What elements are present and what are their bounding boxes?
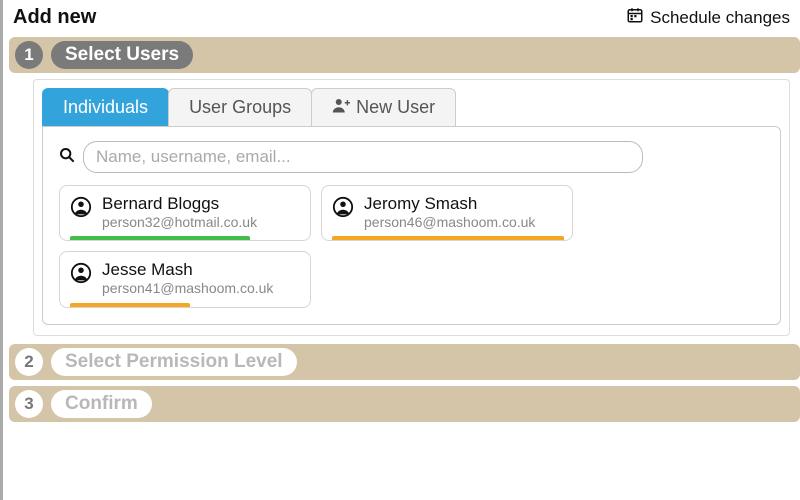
tab-user-groups-label: User Groups [189, 97, 291, 118]
user-email: person46@mashoom.co.uk [364, 214, 535, 231]
user-name: Jeromy Smash [364, 194, 535, 214]
user-avatar-icon [70, 262, 92, 284]
user-card[interactable]: Jesse Mashperson41@mashoom.co.uk [59, 251, 311, 307]
tab-new-user-label: New User [356, 97, 435, 118]
step-1-title: Select Users [65, 44, 179, 65]
user-status-bar [70, 303, 190, 307]
user-info: Jesse Mashperson41@mashoom.co.uk [102, 260, 273, 306]
tab-new-user[interactable]: New User [311, 88, 456, 126]
tab-individuals-label: Individuals [63, 97, 148, 118]
user-info: Jeromy Smashperson46@mashoom.co.uk [364, 194, 535, 240]
add-user-icon [332, 97, 350, 118]
user-status-bar [332, 236, 564, 240]
search-input[interactable] [83, 141, 643, 173]
user-email: person41@mashoom.co.uk [102, 280, 273, 297]
user-email: person32@hotmail.co.uk [102, 214, 257, 231]
tab-individuals[interactable]: Individuals [42, 88, 169, 126]
user-avatar-icon [70, 196, 92, 218]
step-3-title: Confirm [65, 393, 138, 414]
user-name: Jesse Mash [102, 260, 273, 280]
tabs: Individuals User Groups New User [42, 88, 781, 126]
step-2-title-pill: Select Permission Level [51, 348, 297, 376]
user-card[interactable]: Jeromy Smashperson46@mashoom.co.uk [321, 185, 573, 241]
schedule-changes-link[interactable]: Schedule changes [626, 6, 790, 29]
user-avatar-icon [332, 196, 354, 218]
tab-body: Bernard Bloggsperson32@hotmail.co.uk Jero… [42, 126, 781, 325]
step-3-number: 3 [15, 390, 43, 418]
tab-user-groups[interactable]: User Groups [168, 88, 312, 126]
user-card[interactable]: Bernard Bloggsperson32@hotmail.co.uk [59, 185, 311, 241]
select-users-panel: Individuals User Groups New User [33, 79, 790, 336]
user-cards: Bernard Bloggsperson32@hotmail.co.uk Jero… [59, 185, 764, 308]
schedule-changes-label: Schedule changes [650, 8, 790, 28]
step-2-number: 2 [15, 348, 43, 376]
step-1-bar[interactable]: 1 Select Users [9, 37, 800, 73]
calendar-icon [626, 6, 644, 29]
user-status-bar [70, 236, 250, 240]
step-3-bar[interactable]: 3 Confirm [9, 386, 800, 422]
user-name: Bernard Bloggs [102, 194, 257, 214]
user-info: Bernard Bloggsperson32@hotmail.co.uk [102, 194, 257, 240]
step-2-bar[interactable]: 2 Select Permission Level [9, 344, 800, 380]
step-3-title-pill: Confirm [51, 390, 152, 418]
search-icon [59, 147, 75, 168]
page-title: Add new [13, 6, 96, 29]
search-row [59, 141, 764, 173]
header: Add new Schedule changes [9, 0, 800, 37]
step-2-title: Select Permission Level [65, 351, 283, 372]
step-1-number: 1 [15, 41, 43, 69]
step-1-title-pill: Select Users [51, 41, 193, 69]
